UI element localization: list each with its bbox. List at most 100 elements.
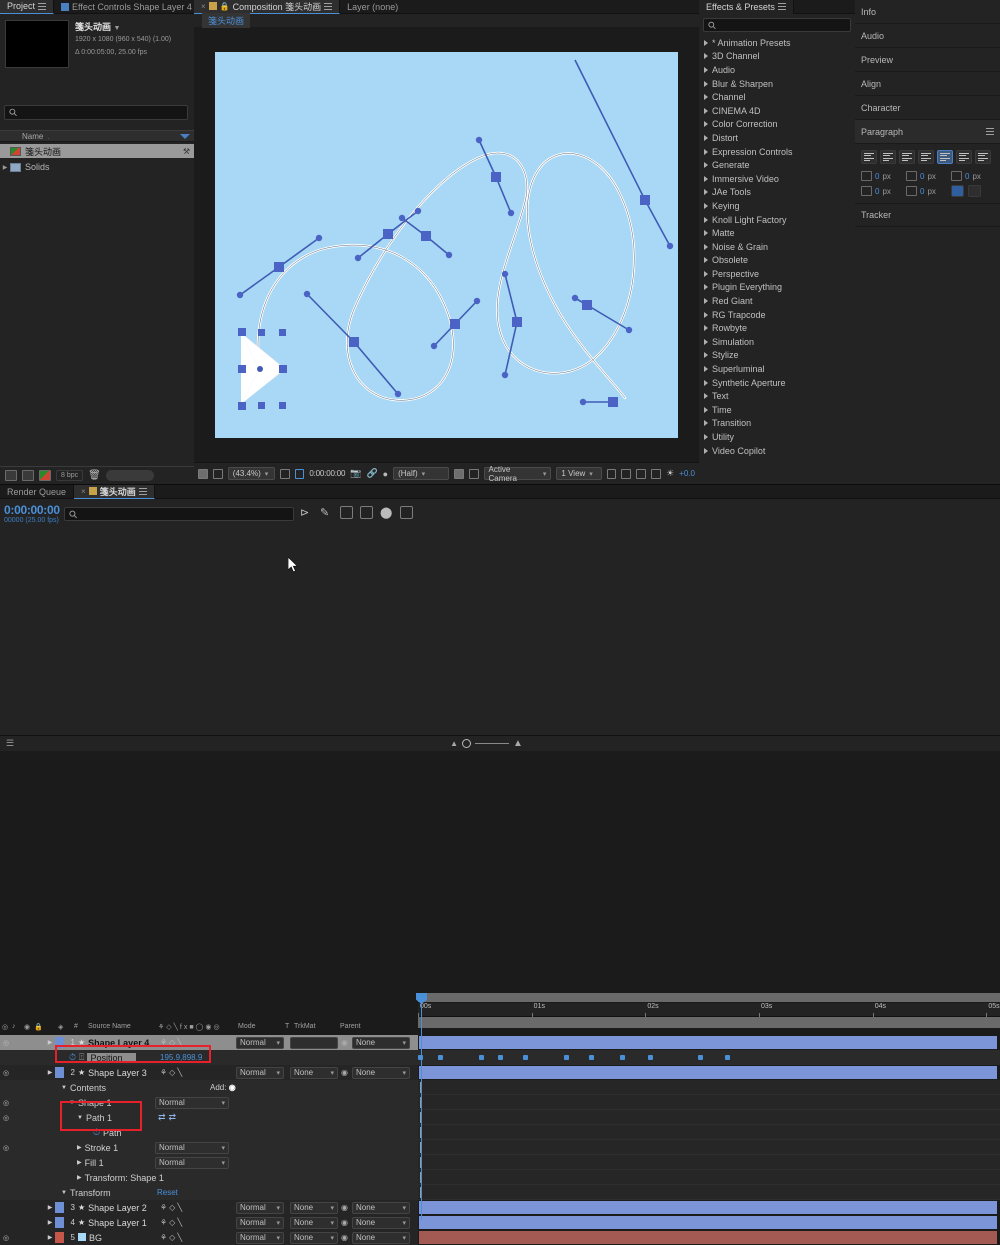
align-right-button[interactable] — [899, 150, 915, 164]
effects-category-row[interactable]: 3D Channel — [699, 50, 855, 64]
project-item-solids[interactable]: ▶ Solids — [0, 160, 194, 174]
effects-category-row[interactable]: Obsolete — [699, 254, 855, 268]
keyframe-marker[interactable] — [588, 1055, 594, 1060]
parent-pick-whip-icon[interactable]: ◉ — [341, 1038, 348, 1047]
disclosure-triangle-icon[interactable]: ▶ — [45, 1204, 55, 1211]
effects-category-row[interactable]: Knoll Light Factory — [699, 213, 855, 227]
current-timecode[interactable]: 0:00:00:00 00000 (25.00 fps) — [4, 503, 60, 524]
disclosure-triangle-icon[interactable] — [704, 121, 708, 128]
blend-mode-select[interactable]: Normal ▾ — [236, 1036, 284, 1049]
hamburger-icon[interactable] — [777, 3, 786, 10]
timeline-track[interactable] — [418, 1185, 1000, 1200]
tab-render-queue[interactable]: Render Queue — [0, 484, 75, 499]
transparency-grid-icon[interactable] — [453, 468, 464, 479]
fast-preview-icon[interactable] — [621, 468, 632, 479]
effects-search-input[interactable] — [703, 18, 851, 32]
effects-category-row[interactable]: Time — [699, 403, 855, 417]
zoom-slider-track[interactable] — [475, 743, 509, 744]
effects-category-row[interactable]: Plugin Everything — [699, 281, 855, 295]
chevron-down-icon[interactable]: ▼ — [114, 25, 121, 32]
view-count-select[interactable]: 1 View ▾ — [556, 467, 602, 480]
time-ruler[interactable]: 00s 01s 02s 03s 04s 05s — [418, 1003, 1000, 1017]
timeline-layer-row[interactable]: ◎ ▶ 2 ★ Shape Layer 3 ⚘◇╲ Normal ▾ None ▾ ◉ None ▾ — [0, 1065, 418, 1080]
close-icon[interactable]: × — [201, 2, 206, 11]
effects-category-row[interactable]: Matte — [699, 226, 855, 240]
disclosure-triangle-icon[interactable] — [704, 257, 708, 264]
parent-pick-whip-icon[interactable]: ◉ — [341, 1218, 348, 1227]
rtl-direction-button[interactable] — [968, 185, 981, 197]
breadcrumb-item[interactable]: 箋头动画 — [202, 13, 251, 28]
group-name[interactable]: Stroke 1 — [85, 1143, 119, 1153]
bit-depth-button[interactable]: 8 bpc — [56, 470, 84, 481]
zoom-out-icon[interactable]: ▲ — [450, 739, 458, 748]
disclosure-triangle-icon[interactable] — [704, 447, 708, 454]
timeline-track[interactable] — [418, 1140, 1000, 1155]
timeline-layer-row[interactable]: ◎ ▶ 5 BG ⚘◇╲ Normal ▾ None ▾ ◉ None ▾ — [0, 1230, 418, 1245]
disclosure-triangle-icon[interactable] — [704, 406, 708, 413]
track-matte-select[interactable]: None ▾ — [290, 1066, 338, 1079]
group-name[interactable]: Path 1 — [86, 1113, 112, 1123]
timeline-button-icon[interactable] — [636, 468, 647, 479]
track-matte-select[interactable]: None ▾ — [290, 1216, 338, 1229]
timeline-layer-row[interactable]: ▶ 3 ★ Shape Layer 2 ⚘◇╲ Normal ▾ None ▾ ◉ None ▾ — [0, 1200, 418, 1215]
disclosure-triangle-icon[interactable]: ▼ — [69, 1100, 75, 1106]
effects-category-row[interactable]: Perspective — [699, 267, 855, 281]
disclosure-triangle-icon[interactable]: ▶ — [77, 1159, 82, 1166]
parent-pick-whip-icon[interactable]: ◉ — [341, 1068, 348, 1077]
tab-effects-presets[interactable]: Effects & Presets — [699, 0, 794, 14]
property-name[interactable]: Position — [87, 1052, 137, 1063]
indent-right-field[interactable]: 0 px — [906, 171, 949, 181]
timeline-track[interactable] — [418, 1170, 1000, 1185]
layer-color-swatch[interactable] — [55, 1202, 64, 1213]
blend-mode-select[interactable]: Normal ▾ — [236, 1201, 284, 1214]
track-matte-select[interactable]: None ▾ — [290, 1201, 338, 1214]
disclosure-triangle-icon[interactable] — [704, 270, 708, 277]
group-blend-mode-select[interactable]: Normal ▾ — [155, 1096, 229, 1109]
timeline-track[interactable] — [418, 1080, 1000, 1095]
indent-left-field[interactable]: 0 px — [861, 171, 904, 181]
hide-shy-layers-icon[interactable] — [340, 506, 353, 519]
sidebar-panel-align[interactable]: Align — [855, 72, 1000, 96]
disclosure-triangle-icon[interactable] — [704, 379, 708, 386]
disclosure-triangle-icon[interactable] — [704, 107, 708, 114]
region-of-interest-icon[interactable] — [294, 468, 305, 479]
add-property-button[interactable]: Add: ◉ — [210, 1083, 236, 1092]
justify-last-center-button[interactable] — [937, 150, 953, 164]
group-name[interactable]: Transform — [70, 1188, 111, 1198]
layer-name[interactable]: Shape Layer 1 — [88, 1218, 147, 1228]
timeline-property-row[interactable]: ◎ ▶ Stroke 1 Normal ▾ — [0, 1140, 418, 1155]
justify-all-button[interactable] — [975, 150, 991, 164]
tab-timeline-comp[interactable]: × 箋头动画 — [74, 484, 155, 499]
sidebar-panel-character[interactable]: Character — [855, 96, 1000, 120]
layer-switches[interactable]: ⚘◇╲ — [160, 1068, 184, 1077]
frame-blending-icon[interactable] — [360, 506, 373, 519]
keyframe-marker[interactable] — [697, 1055, 703, 1060]
layer-name[interactable]: Shape Layer 3 — [88, 1068, 147, 1078]
disclosure-triangle-icon[interactable] — [704, 243, 708, 250]
path-direction-icons[interactable]: ⇄⇄ — [158, 1112, 179, 1123]
space-after-field[interactable]: 0 px — [906, 185, 949, 197]
disclosure-triangle-icon[interactable]: ▼ — [61, 1085, 67, 1091]
motion-blur-icon[interactable]: ⬤ — [380, 506, 393, 519]
parent-select[interactable]: None ▾ — [352, 1216, 410, 1229]
effects-category-row[interactable]: Color Correction — [699, 118, 855, 132]
space-before-field[interactable]: 0 px — [951, 171, 994, 181]
justify-last-right-button[interactable] — [956, 150, 972, 164]
parent-select[interactable]: None ▾ — [352, 1066, 410, 1079]
effects-category-row[interactable]: Channel — [699, 90, 855, 104]
trash-icon[interactable]: 🗑 — [88, 470, 101, 481]
align-center-button[interactable] — [880, 150, 896, 164]
indent-right-value[interactable]: 0 — [920, 172, 924, 181]
timeline-property-row[interactable]: ▼ Transform Reset — [0, 1185, 418, 1200]
effects-category-row[interactable]: RG Trapcode — [699, 308, 855, 322]
effects-category-row[interactable]: Superluminal — [699, 362, 855, 376]
disclosure-triangle-icon[interactable]: ▶ — [77, 1144, 82, 1151]
timeline-zoom-slider[interactable]: ▲ ▲ — [450, 738, 523, 749]
keyframe-marker[interactable] — [497, 1055, 503, 1060]
timeline-layer-row[interactable]: ▶ 4 ★ Shape Layer 1 ⚘◇╲ Normal ▾ None ▾ ◉ None ▾ — [0, 1215, 418, 1230]
effects-category-row[interactable]: Immersive Video — [699, 172, 855, 186]
col-source-name[interactable]: Source Name — [88, 1023, 131, 1030]
graph-editor-icon[interactable]: ⍐ — [79, 1052, 84, 1063]
sort-arrow-icon[interactable] — [180, 134, 190, 139]
timeline-track[interactable] — [418, 1065, 1000, 1080]
